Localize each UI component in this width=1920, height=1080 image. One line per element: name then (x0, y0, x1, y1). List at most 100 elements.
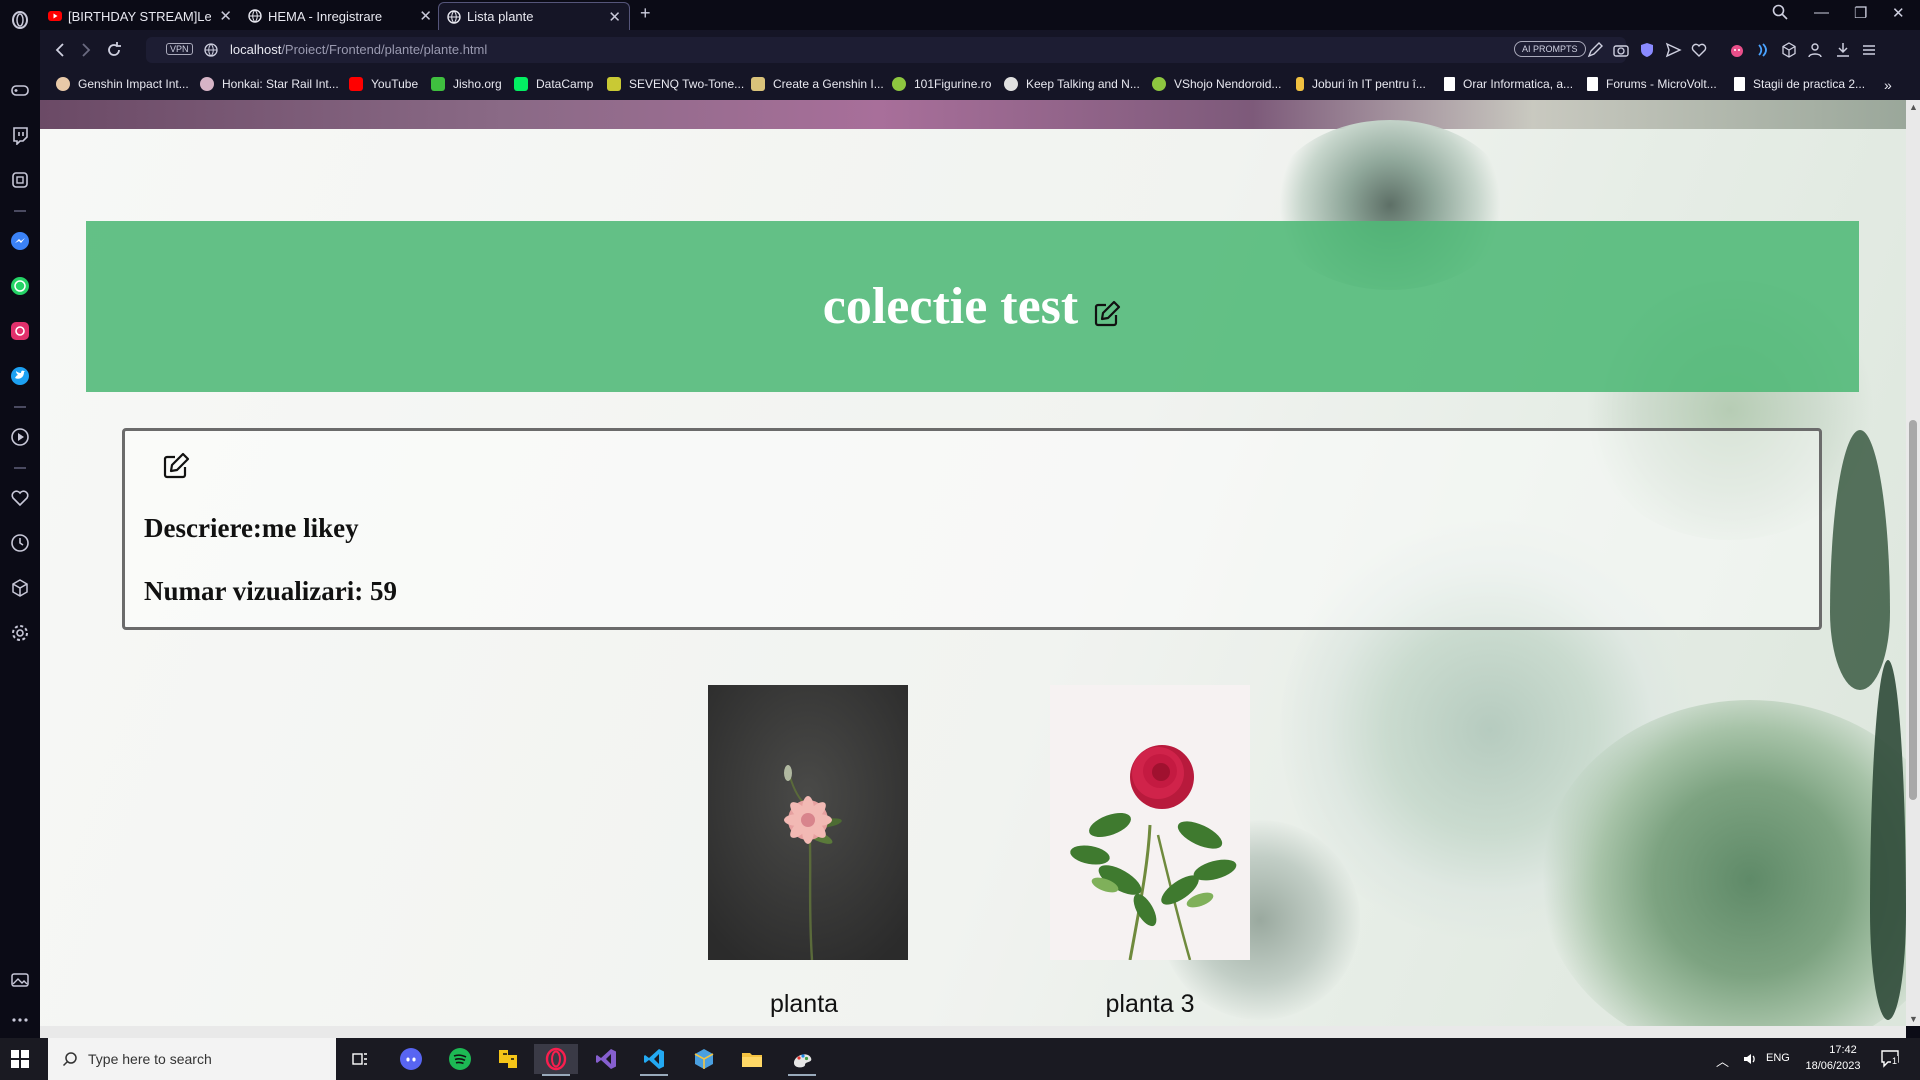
history-clock-icon[interactable] (8, 531, 32, 555)
close-tab-icon[interactable]: ✕ (608, 8, 621, 26)
site-info-globe-icon[interactable] (204, 43, 218, 57)
scroll-down-icon[interactable]: ▼ (1909, 1014, 1918, 1024)
gallery-icon[interactable] (8, 968, 32, 992)
ai-prompts-button[interactable]: AI PROMPTS (1514, 41, 1586, 57)
input-language[interactable]: ENG (1766, 1052, 1790, 1064)
scroll-up-icon[interactable]: ▲ (1909, 102, 1918, 112)
heart-icon[interactable] (8, 486, 32, 510)
close-tab-icon[interactable]: ✕ (419, 7, 432, 25)
spotify-icon[interactable] (438, 1044, 482, 1074)
shield-icon[interactable] (1638, 41, 1656, 59)
3d-cube-app-icon[interactable] (682, 1044, 726, 1074)
clock-date[interactable]: 18/06/2023 (1800, 1060, 1866, 1072)
clock-time[interactable]: 17:42 (1818, 1044, 1868, 1056)
download-icon[interactable] (1834, 41, 1852, 59)
extension-mascot-icon[interactable] (1728, 41, 1746, 59)
vscode-icon[interactable] (632, 1044, 676, 1076)
camera-icon[interactable] (1612, 41, 1630, 59)
task-view-icon[interactable] (338, 1044, 382, 1074)
windows-start-icon[interactable] (10, 1049, 30, 1069)
bookmark-label: Create a Genshin I... (773, 77, 884, 91)
visual-studio-icon[interactable] (584, 1044, 628, 1074)
bookmark-favicon-icon (1004, 77, 1018, 91)
horizontal-scrollbar[interactable] (40, 1026, 1906, 1038)
bookmark-item[interactable]: SEVENQ Two-Tone... (607, 77, 744, 91)
send-icon[interactable] (1664, 41, 1682, 59)
opera-gx-taskbar-icon[interactable] (534, 1044, 578, 1076)
edit-page-icon[interactable] (1586, 41, 1604, 59)
bookmark-item[interactable]: Joburi în IT pentru î... (1296, 77, 1426, 91)
bookmark-item[interactable]: Create a Genshin I... (751, 77, 884, 91)
sidebar-divider (14, 406, 26, 408)
file-explorer-icon[interactable] (730, 1044, 774, 1074)
vpn-badge[interactable]: VPN (166, 43, 193, 55)
bookmark-item[interactable]: Keep Talking and N... (1004, 77, 1140, 91)
instagram-icon[interactable] (8, 319, 32, 343)
bookmark-item[interactable]: Genshin Impact Int... (56, 77, 189, 91)
extensions-cube-icon[interactable] (1780, 41, 1798, 59)
tab-islands-icon[interactable] (8, 168, 32, 192)
show-hidden-icons-icon[interactable]: ︿ (1716, 1051, 1729, 1070)
plant-image[interactable] (1050, 685, 1250, 960)
bookmark-item[interactable]: Stagii de practica 2... (1734, 77, 1865, 91)
easy-setup-menu-icon[interactable] (1860, 41, 1878, 59)
profile-icon[interactable] (1806, 41, 1824, 59)
vertical-scrollbar[interactable]: ▲ ▼ (1906, 100, 1920, 1026)
plant-image[interactable] (708, 685, 908, 960)
close-window-icon[interactable]: ✕ (1892, 4, 1905, 22)
bookmark-item[interactable]: Forums - MicroVolt... (1587, 77, 1717, 91)
tab-hema-inregistrare[interactable]: HEMA - Inregistrare ✕ (240, 2, 440, 30)
document-icon (1444, 77, 1455, 91)
bookmark-item[interactable]: YouTube (349, 77, 418, 91)
url-text[interactable]: localhost/Proiect/Frontend/plante/plante… (230, 42, 487, 57)
scrollbar-thumb[interactable] (1909, 420, 1917, 800)
bookmark-item[interactable]: Orar Informatica, a... (1444, 77, 1573, 91)
paint-app-icon[interactable] (780, 1044, 824, 1076)
tab-birthday-stream[interactable]: [BIRTHDAY STREAM]Let's ✕ (40, 2, 240, 30)
plant-name[interactable]: planta 3 (1020, 990, 1280, 1019)
notification-count: 1 (1891, 1056, 1899, 1066)
minimize-icon[interactable]: — (1814, 4, 1829, 21)
messenger-icon[interactable] (8, 229, 32, 253)
tab-lista-plante[interactable]: Lista plante ✕ (438, 2, 630, 30)
opera-logo-icon[interactable] (8, 8, 32, 32)
bookmark-label: Joburi în IT pentru î... (1312, 77, 1426, 91)
reload-icon[interactable] (104, 40, 124, 60)
forward-icon[interactable] (76, 40, 96, 60)
more-icon[interactable] (8, 1008, 32, 1032)
bookmark-favicon-icon (751, 77, 765, 91)
taskbar-search-box[interactable]: Type here to search (48, 1038, 336, 1080)
bookmark-item[interactable]: Honkai: Star Rail Int... (200, 77, 339, 91)
twitch-icon[interactable] (8, 123, 32, 147)
bookmarks-overflow-icon[interactable]: » (1884, 77, 1892, 93)
edit-description-icon[interactable] (161, 451, 191, 481)
sidebar-divider (14, 467, 26, 469)
bookmark-item[interactable]: Jisho.org (431, 77, 502, 91)
heart-icon[interactable] (1690, 41, 1708, 59)
bookmark-item[interactable]: VShojo Nendoroid... (1152, 77, 1281, 91)
plant-name[interactable]: planta (674, 990, 934, 1019)
game-launcher-icon[interactable] (486, 1044, 530, 1074)
back-icon[interactable] (50, 40, 70, 60)
twitter-icon[interactable] (8, 364, 32, 388)
discord-icon[interactable] (389, 1044, 433, 1074)
volume-icon[interactable] (1742, 1051, 1758, 1067)
audio-extension-icon[interactable] (1754, 41, 1772, 59)
gamepad-icon[interactable] (8, 78, 32, 102)
notification-center-icon[interactable]: 1 (1880, 1048, 1900, 1071)
search-tabs-icon[interactable] (1772, 4, 1788, 24)
cube-icon[interactable] (8, 576, 32, 600)
edit-title-icon[interactable] (1092, 299, 1122, 329)
whatsapp-icon[interactable] (8, 274, 32, 298)
player-icon[interactable] (8, 425, 32, 449)
youtube-icon (48, 11, 62, 21)
bookmark-label: Keep Talking and N... (1026, 77, 1140, 91)
settings-gear-icon[interactable] (8, 621, 32, 645)
address-bar[interactable]: VPN localhost/Proiect/Frontend/plante/pl… (146, 37, 1626, 63)
close-tab-icon[interactable]: ✕ (219, 7, 232, 25)
restore-icon[interactable]: ❐ (1854, 4, 1867, 22)
bookmark-item[interactable]: 101Figurine.ro (892, 77, 991, 91)
bookmark-item[interactable]: DataCamp (514, 77, 593, 91)
new-tab-plus-icon[interactable]: + (640, 3, 651, 24)
document-icon (1734, 77, 1745, 91)
